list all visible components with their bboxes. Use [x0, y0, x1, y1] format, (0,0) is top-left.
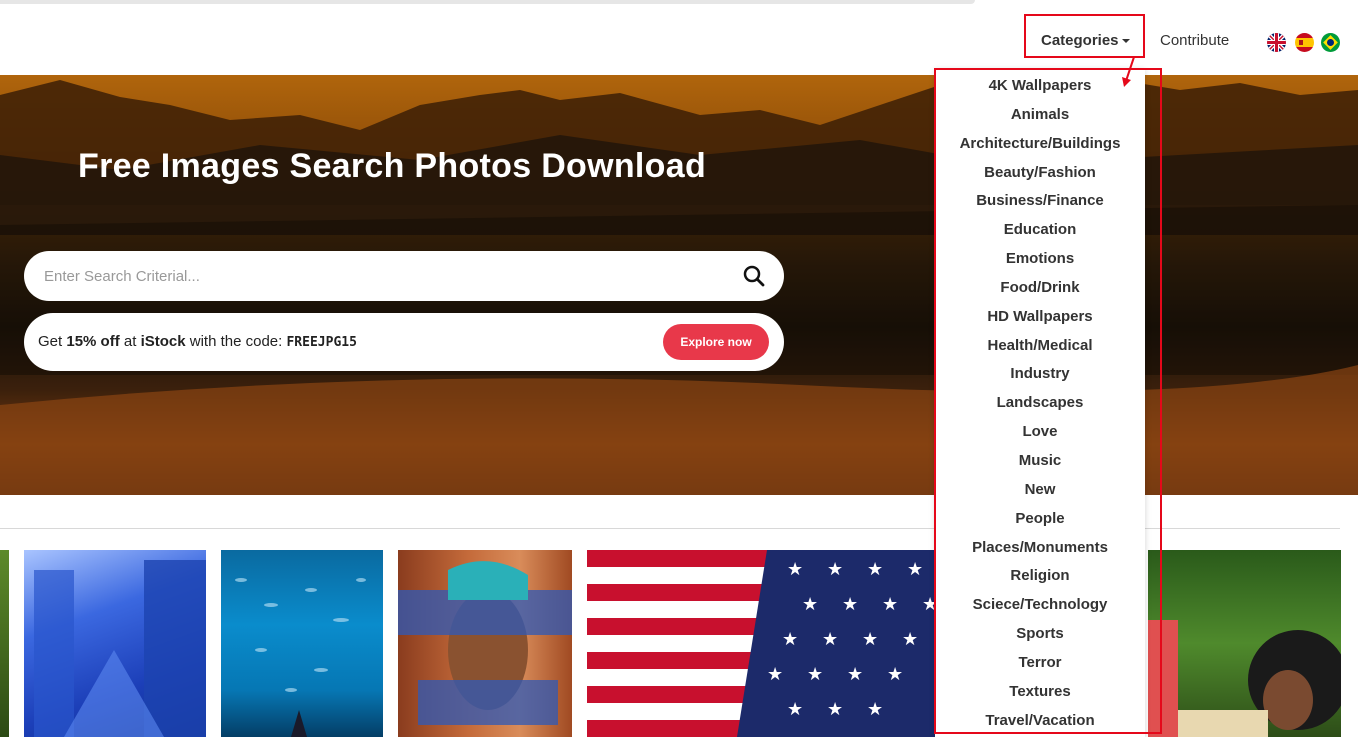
- svg-text:★: ★: [802, 594, 818, 615]
- svg-text:★: ★: [867, 559, 883, 580]
- search-bar: [24, 251, 784, 301]
- photo-thumbnail[interactable]: [0, 550, 9, 737]
- annotation-arrow: [1122, 56, 1135, 87]
- svg-text:★: ★: [887, 664, 903, 685]
- contribute-link[interactable]: Contribute: [1160, 32, 1229, 49]
- istock-promo-banner: Get 15% off at iStock with the code: FRE…: [24, 313, 784, 371]
- search-input[interactable]: [44, 265, 724, 287]
- svg-text:★: ★: [902, 629, 918, 650]
- svg-text:★: ★: [862, 629, 878, 650]
- svg-text:★: ★: [822, 629, 838, 650]
- photo-thumbnail[interactable]: ★ ★ ★ ★ ★ ★ ★ ★ ★ ★ ★ ★ ★ ★ ★ ★ ★ ★ ★: [587, 550, 957, 737]
- search-icon[interactable]: [742, 264, 766, 288]
- svg-text:★: ★: [827, 699, 843, 720]
- hero-title: Free Images Search Photos Download: [78, 147, 707, 185]
- promo-text: Get 15% off at iStock with the code: FRE…: [38, 333, 357, 350]
- brazil-flag-icon[interactable]: [1321, 33, 1340, 52]
- top-navbar: Categories Contribute: [0, 10, 1358, 74]
- uk-flag-icon[interactable]: [1267, 33, 1286, 52]
- promo-middle: at: [119, 333, 141, 350]
- promo-discount: 15% off: [66, 333, 120, 350]
- svg-text:★: ★: [867, 699, 883, 720]
- browser-top-strip: [0, 0, 1358, 10]
- promo-suffix: with the code:: [185, 333, 287, 350]
- svg-text:★: ★: [847, 664, 863, 685]
- photo-thumbnail[interactable]: [1148, 550, 1341, 737]
- svg-text:★: ★: [787, 559, 803, 580]
- explore-now-button[interactable]: Explore now: [663, 324, 769, 360]
- svg-text:★: ★: [767, 664, 783, 685]
- svg-text:★: ★: [882, 594, 898, 615]
- promo-code: FREEJPG15: [286, 335, 357, 350]
- promo-prefix: Get: [38, 333, 67, 350]
- photo-thumbnail[interactable]: [221, 550, 383, 737]
- annotation-highlight-box: [1024, 14, 1145, 58]
- annotation-highlight-box: [934, 68, 1162, 734]
- svg-text:★: ★: [842, 594, 858, 615]
- svg-text:★: ★: [827, 559, 843, 580]
- promo-brand: iStock: [140, 333, 186, 350]
- scrollbar-track: [0, 0, 975, 4]
- svg-text:★: ★: [782, 629, 798, 650]
- photo-thumbnail[interactable]: [24, 550, 206, 737]
- spain-flag-icon[interactable]: [1295, 33, 1314, 52]
- svg-text:★: ★: [907, 559, 923, 580]
- photo-thumbnail[interactable]: [398, 550, 572, 737]
- svg-text:★: ★: [807, 664, 823, 685]
- svg-text:★: ★: [787, 699, 803, 720]
